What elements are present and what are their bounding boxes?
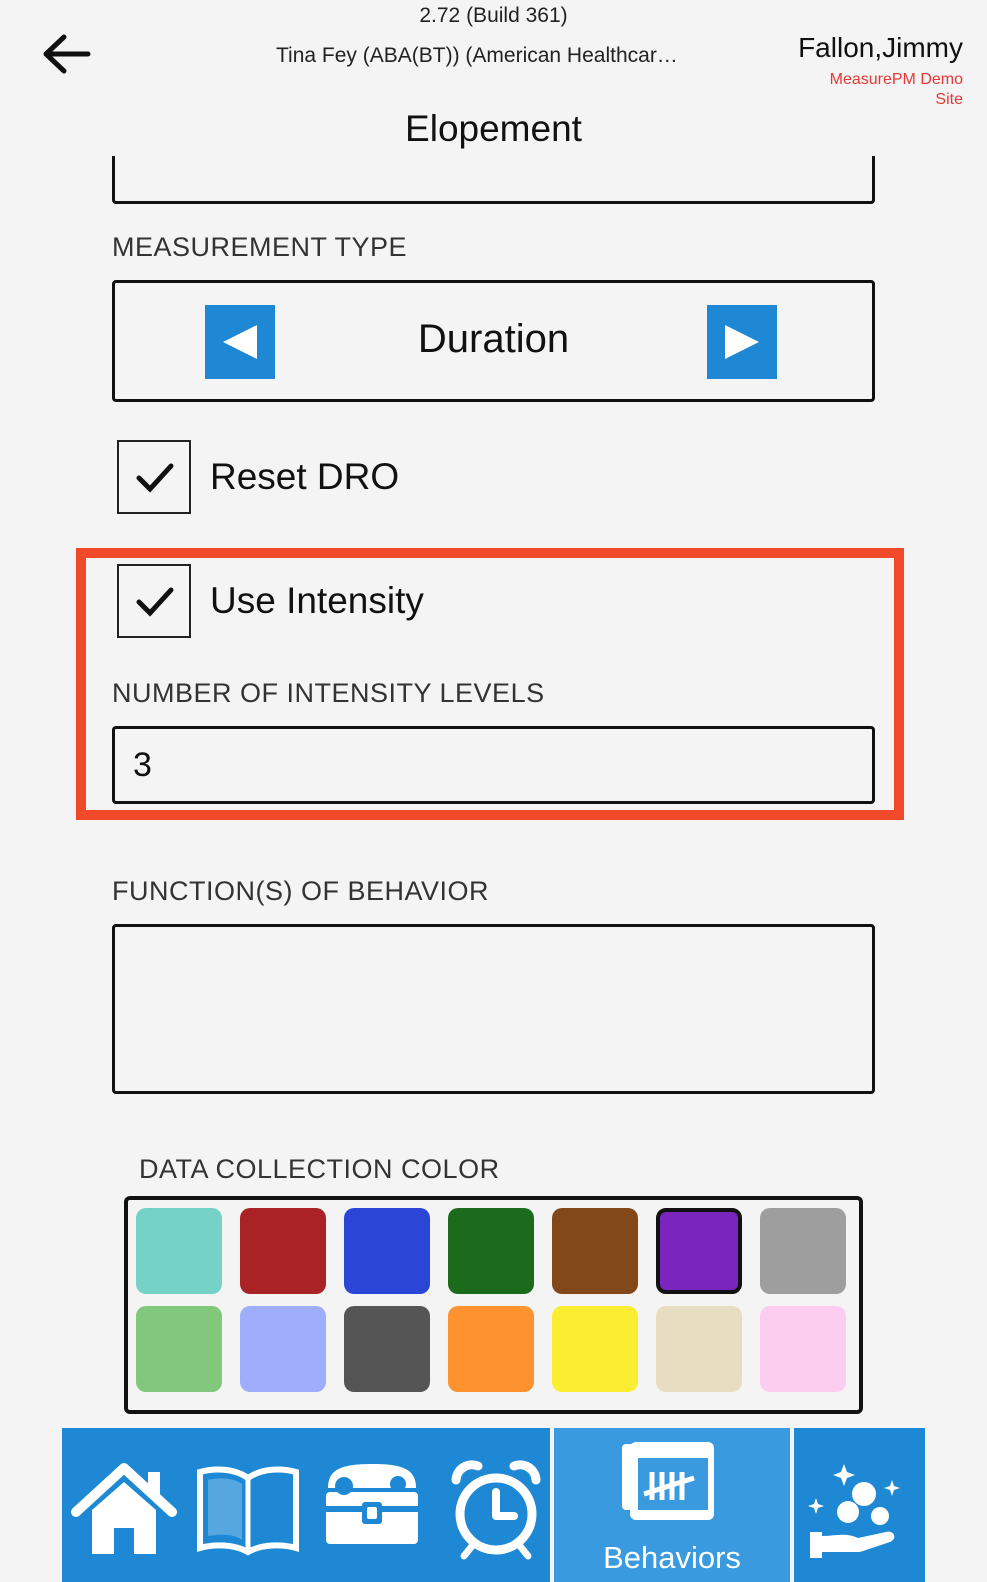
measurement-type-selector: Duration xyxy=(112,280,875,402)
tally-calendar-icon xyxy=(622,1442,714,1520)
home-icon xyxy=(71,1463,177,1554)
tab-toolbox[interactable] xyxy=(310,1428,434,1582)
use-intensity-checkbox[interactable] xyxy=(117,564,191,638)
tab-rewards[interactable] xyxy=(794,1428,925,1582)
color-swatch[interactable] xyxy=(344,1306,430,1392)
checkmark-icon xyxy=(136,587,174,617)
user-name: Fallon,Jimmy xyxy=(798,32,963,63)
triangle-right-icon xyxy=(725,325,759,359)
stars-hand-icon xyxy=(808,1464,900,1558)
tab-home[interactable] xyxy=(62,1428,186,1582)
color-swatch[interactable] xyxy=(240,1208,326,1294)
site-name-line1: MeasurePM Demo xyxy=(829,71,963,88)
reset-dro-checkbox[interactable] xyxy=(117,440,191,514)
toolbox-icon xyxy=(326,1464,418,1544)
tab-behaviors[interactable]: Behaviors xyxy=(550,1428,794,1582)
color-swatch[interactable] xyxy=(448,1208,534,1294)
book-icon xyxy=(197,1466,299,1556)
site-name: MeasurePM Demo Site xyxy=(830,70,963,110)
functions-field[interactable] xyxy=(112,924,875,1094)
color-swatch[interactable] xyxy=(136,1306,222,1392)
tab-behaviors-label: Behaviors xyxy=(603,1540,741,1575)
site-name-line2: Site xyxy=(935,91,963,108)
measurement-type-label: MEASUREMENT TYPE xyxy=(112,232,408,262)
use-intensity-label: Use Intensity xyxy=(210,580,424,621)
tab-book[interactable] xyxy=(186,1428,310,1582)
color-swatch[interactable] xyxy=(344,1208,430,1294)
color-label: DATA COLLECTION COLOR xyxy=(139,1154,500,1184)
arrow-left-icon xyxy=(43,34,91,74)
behavior-name: Elopement xyxy=(405,108,582,149)
client-name: Tina Fey (ABA(BT)) (American Healthcar… xyxy=(276,44,678,67)
tab-alarm[interactable] xyxy=(434,1428,558,1582)
color-swatch[interactable] xyxy=(760,1208,846,1294)
color-swatch[interactable] xyxy=(656,1306,742,1392)
back-button[interactable] xyxy=(40,32,92,76)
bottom-tab-bar: Behaviors xyxy=(62,1428,925,1582)
behavior-description-field[interactable] xyxy=(112,156,875,204)
color-palette xyxy=(124,1196,863,1414)
checkmark-icon xyxy=(136,463,174,493)
color-swatch[interactable] xyxy=(552,1208,638,1294)
alarm-clock-icon xyxy=(451,1460,541,1560)
color-swatch[interactable] xyxy=(240,1306,326,1392)
app-version: 2.72 (Build 361) xyxy=(419,4,568,27)
color-swatch[interactable] xyxy=(136,1208,222,1294)
functions-label: FUNCTION(S) OF BEHAVIOR xyxy=(112,876,490,906)
intensity-levels-label: NUMBER OF INTENSITY LEVELS xyxy=(112,678,545,708)
color-swatch[interactable] xyxy=(656,1208,742,1294)
color-swatch[interactable] xyxy=(552,1306,638,1392)
color-swatch[interactable] xyxy=(448,1306,534,1392)
intensity-levels-input[interactable]: 3 xyxy=(112,726,875,804)
reset-dro-label: Reset DRO xyxy=(210,456,400,497)
next-type-button[interactable] xyxy=(707,305,777,379)
color-swatch[interactable] xyxy=(760,1306,846,1392)
